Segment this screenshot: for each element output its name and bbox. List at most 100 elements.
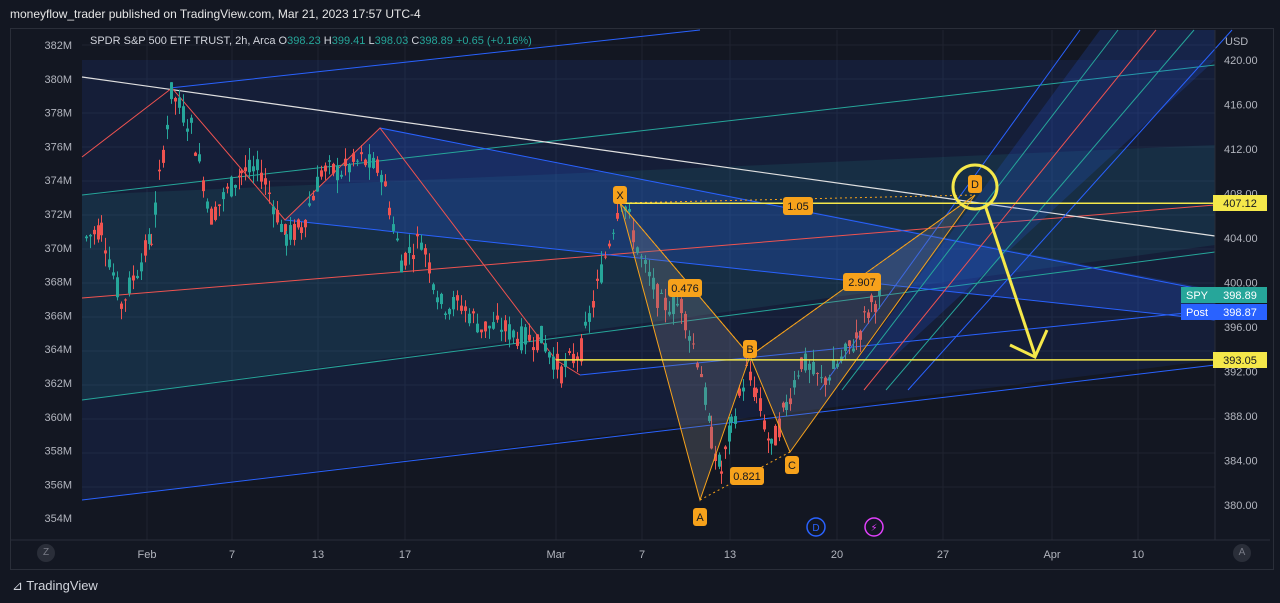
candle-body (289, 225, 292, 240)
candle-body (276, 210, 279, 223)
candle-body (484, 321, 487, 332)
price-tick-label: 388.00 (1224, 411, 1258, 423)
candle-body (588, 313, 591, 322)
candle-body (468, 313, 471, 324)
candle-body (376, 159, 379, 173)
candle-body (144, 240, 147, 256)
candle-body (628, 209, 631, 212)
candle-body (774, 425, 777, 446)
candle-body (132, 275, 135, 281)
candle-body (238, 175, 241, 178)
candle-body (436, 297, 439, 303)
candle-body (584, 321, 587, 326)
price-tick-label: 384.00 (1224, 456, 1258, 468)
scroll-left-button[interactable]: Z (37, 544, 55, 562)
volume-tick-label: 378M (44, 108, 72, 120)
price-label-name: SPY (1186, 290, 1209, 302)
candle-body (720, 471, 723, 474)
candle-body (384, 181, 387, 187)
candle-body (432, 284, 435, 290)
candle-body (428, 262, 431, 274)
candle-body (718, 454, 721, 467)
candle-body (388, 207, 391, 216)
point-label-x: X (616, 190, 624, 202)
candle-body (206, 201, 209, 209)
candle-body (336, 165, 339, 181)
high-value: 399.41 (331, 35, 366, 47)
time-tick-label: 10 (1132, 549, 1144, 561)
candle-body (420, 242, 423, 250)
point-label-a: A (696, 512, 704, 524)
time-tick-label: 13 (724, 549, 736, 561)
candle-body (272, 206, 275, 215)
volume-tick-label: 380M (44, 74, 72, 86)
candle-body (616, 212, 619, 219)
candle-body (734, 416, 737, 424)
candle-body (488, 325, 491, 329)
candle-body (344, 158, 347, 167)
candle-body (264, 178, 267, 185)
candle-body (320, 170, 323, 177)
candle-body (218, 204, 221, 206)
candle-body (749, 371, 752, 381)
candle-body (476, 323, 479, 333)
candle-body (256, 159, 259, 171)
candle-body (293, 223, 296, 240)
candle-body (244, 167, 247, 172)
candle-body (520, 326, 523, 351)
chart-svg[interactable]: X A B C D 0.476 0.821 2.907 1.05 D ⚡ USD 420.00 416.0… (0, 0, 1280, 603)
candle-body (742, 387, 745, 392)
candle-body (600, 264, 603, 283)
time-tick-label: 13 (312, 549, 324, 561)
candle-body (210, 208, 213, 225)
volume-tick-label: 356M (44, 479, 72, 491)
price-label-value: 393.05 (1223, 355, 1257, 367)
price-tick-label: 412.00 (1224, 144, 1258, 156)
price-tick-label: 420.00 (1224, 55, 1258, 67)
candle-body (396, 238, 399, 241)
candle-body (348, 164, 351, 173)
price-axis-unit: USD (1225, 36, 1248, 48)
ratio-label-105: 1.05 (787, 201, 808, 213)
volume-tick-label: 376M (44, 141, 72, 153)
candle-body (608, 243, 611, 247)
auto-scale-button[interactable]: A (1233, 544, 1251, 562)
candle-body (516, 338, 519, 346)
volume-tick-label: 374M (44, 175, 72, 187)
candle-body (452, 296, 455, 310)
candle-body (252, 166, 255, 172)
candle-body (464, 306, 467, 311)
split-badge-text: ⚡ (870, 523, 877, 534)
candle-body (408, 247, 411, 254)
candle-body (604, 256, 607, 258)
candle-body (328, 160, 331, 162)
candle-body (560, 366, 563, 384)
candle-body (763, 420, 766, 430)
point-label-c: C (788, 460, 796, 472)
candle-body (85, 236, 88, 239)
candle-body (724, 446, 727, 450)
candle-body (424, 248, 427, 255)
ratio-label-2907: 2.907 (848, 277, 876, 289)
candle-body (300, 227, 303, 233)
candle-body (166, 124, 169, 130)
candle-body (178, 97, 181, 108)
candle-body (552, 356, 555, 370)
candle-body (368, 154, 371, 168)
volume-tick-label: 354M (44, 513, 72, 525)
candle-body (108, 259, 111, 268)
candle-body (592, 301, 595, 308)
price-label-value: 398.89 (1223, 290, 1257, 302)
candle-body (728, 425, 731, 442)
candle-body (524, 327, 527, 345)
candle-body (548, 352, 551, 358)
candle-body (308, 203, 311, 206)
candle-body (140, 262, 143, 272)
open-label: O (278, 35, 288, 47)
candle-body (400, 260, 403, 273)
candle-body (97, 225, 100, 240)
candle-body (500, 329, 503, 332)
candle-body (364, 159, 367, 166)
candle-body (412, 255, 415, 260)
symbol-name: SPDR S&P 500 ETF TRUST, 2h, Arca (90, 35, 276, 47)
